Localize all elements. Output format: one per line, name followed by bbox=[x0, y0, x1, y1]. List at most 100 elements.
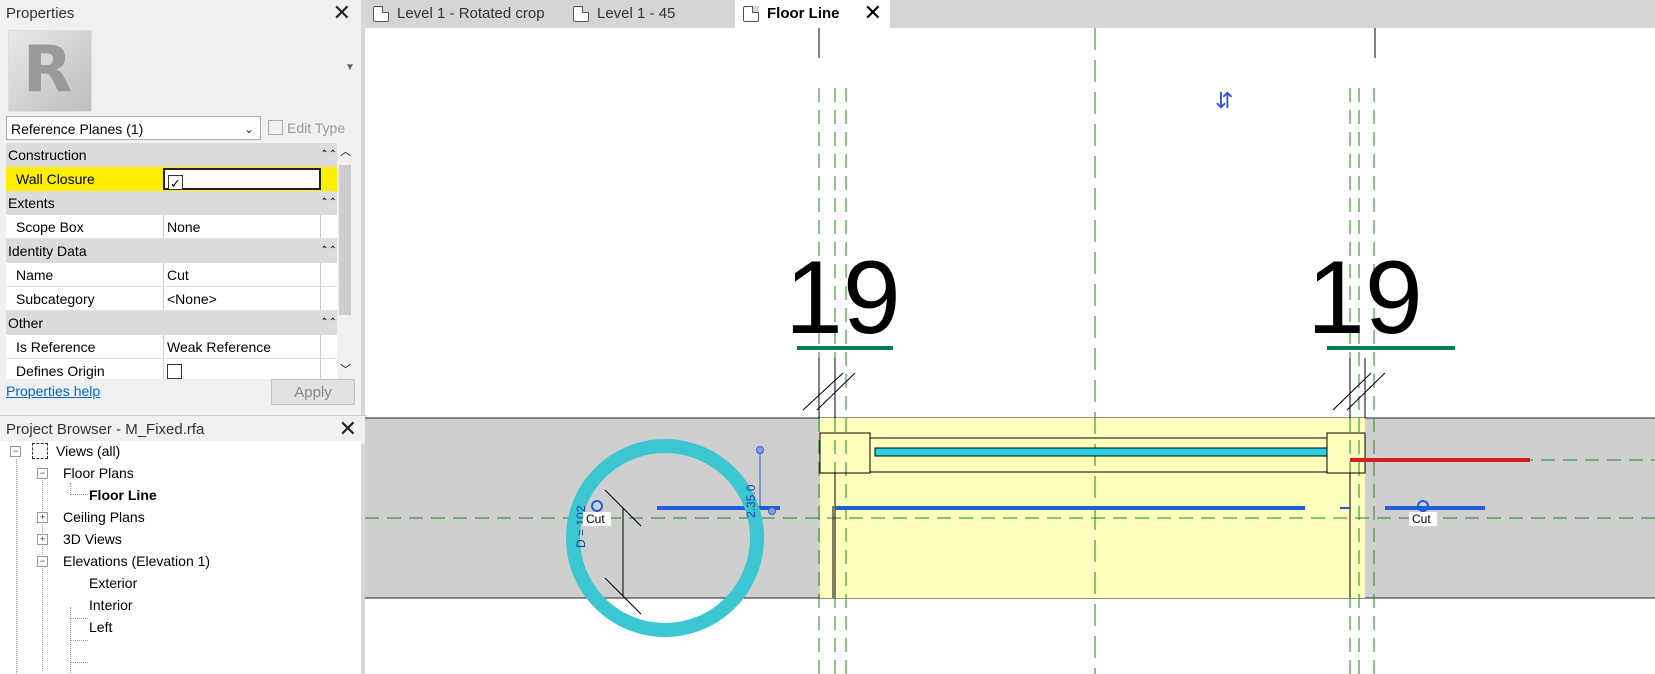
row-wall-closure[interactable]: Wall Closure bbox=[6, 167, 337, 196]
edit-type-button[interactable]: Edit Type bbox=[268, 116, 345, 140]
project-browser-title: Project Browser - M_Fixed.rfa bbox=[6, 421, 205, 438]
views-icon bbox=[32, 443, 48, 459]
is-reference-value[interactable]: Weak Reference bbox=[163, 335, 321, 358]
cyan-member[interactable] bbox=[874, 447, 1328, 457]
tree-item-floor-plans[interactable]: − Floor Plans bbox=[37, 463, 134, 483]
group-label: Construction bbox=[8, 147, 87, 163]
properties-help-link[interactable]: Properties help bbox=[6, 383, 100, 399]
project-browser-tree: − Views (all) − Floor Plans Floor Line +… bbox=[0, 441, 361, 674]
chevron-down-icon: ⌄ bbox=[243, 122, 254, 136]
revit-logo-icon: R bbox=[23, 33, 73, 107]
tree-item-floor-line[interactable]: Floor Line bbox=[89, 485, 157, 505]
row-subcategory[interactable]: Subcategory <None> bbox=[6, 287, 337, 311]
flip-arrows-icon[interactable]: ⇵ bbox=[1215, 88, 1233, 113]
group-label: Extents bbox=[8, 195, 55, 211]
apply-button[interactable]: Apply bbox=[271, 379, 355, 405]
close-icon[interactable]: ✕ bbox=[339, 418, 357, 440]
row-name[interactable]: Name Cut bbox=[6, 263, 337, 287]
properties-header: Properties ✕ bbox=[0, 0, 361, 28]
scope-box-value[interactable]: None bbox=[163, 215, 321, 238]
collapse-icon[interactable]: − bbox=[10, 446, 21, 457]
property-label: Defines Origin bbox=[16, 363, 105, 379]
defines-origin-checkbox-cell[interactable] bbox=[163, 359, 321, 379]
subcategory-value[interactable]: <None> bbox=[163, 287, 321, 310]
tree-item-left[interactable]: Left bbox=[89, 617, 112, 637]
property-label: Subcategory bbox=[16, 291, 95, 307]
property-label: Scope Box bbox=[16, 219, 84, 235]
collapse-icon: ⌃⌃ bbox=[320, 245, 337, 256]
family-thumbnail: R bbox=[8, 30, 92, 112]
plan-view-icon bbox=[573, 6, 589, 22]
group-extents[interactable]: Extents ⌃⌃ bbox=[6, 191, 337, 215]
tree-item-ceiling-plans[interactable]: + Ceiling Plans bbox=[37, 507, 145, 527]
edit-type-label: Edit Type bbox=[287, 120, 346, 136]
name-value[interactable]: Cut bbox=[163, 263, 321, 286]
plan-view-icon bbox=[743, 6, 759, 22]
tree-item-interior[interactable]: Interior bbox=[89, 595, 133, 615]
scrollbar-thumb[interactable] bbox=[339, 165, 351, 315]
project-browser-header: Project Browser - M_Fixed.rfa ✕ bbox=[0, 415, 367, 444]
tree-item-exterior[interactable]: Exterior bbox=[89, 573, 137, 593]
dimension-width-label[interactable]: 2.35.0 bbox=[744, 484, 758, 518]
defines-origin-checkbox[interactable] bbox=[167, 364, 182, 379]
number-label-left: 19 bbox=[785, 240, 901, 356]
type-selector[interactable]: Reference Planes (1) ⌄ bbox=[6, 116, 261, 140]
collapse-icon: ⌃⌃ bbox=[320, 197, 337, 208]
tree-label: Floor Plans bbox=[63, 465, 134, 481]
tree-label: Exterior bbox=[89, 575, 138, 591]
tab-level-1-rotated-crop[interactable]: Level 1 - Rotated crop bbox=[365, 0, 565, 28]
cut-label-right[interactable]: Cut bbox=[1412, 512, 1431, 526]
row-defines-origin[interactable]: Defines Origin bbox=[6, 359, 337, 379]
tree-guide bbox=[70, 483, 71, 493]
chevron-down-icon[interactable]: ▼ bbox=[345, 62, 355, 73]
row-scope-box[interactable]: Scope Box None bbox=[6, 215, 337, 239]
tab-label: Level 1 - 45 bbox=[597, 5, 676, 22]
collapse-icon: ⌃⌃ bbox=[320, 149, 337, 160]
tree-guide bbox=[70, 640, 88, 641]
collapse-icon[interactable]: − bbox=[37, 468, 48, 479]
expand-icon[interactable]: + bbox=[37, 534, 48, 545]
tree-label: Elevations (Elevation 1) bbox=[63, 553, 211, 569]
tree-item-views[interactable]: − Views (all) bbox=[10, 441, 120, 461]
plan-view-icon bbox=[373, 6, 389, 22]
group-other[interactable]: Other ⌃⌃ bbox=[6, 311, 337, 335]
tree-label: Views (all) bbox=[56, 443, 121, 459]
cut-label-left[interactable]: Cut bbox=[586, 512, 605, 526]
group-construction[interactable]: Construction ⌃⌃ bbox=[6, 143, 337, 167]
tab-level-1-45[interactable]: Level 1 - 45 bbox=[565, 0, 735, 28]
tree-label: Floor Line bbox=[89, 487, 157, 503]
tab-floor-line[interactable]: Floor Line ✕ bbox=[735, 0, 890, 28]
view-tab-bar: Level 1 - Rotated crop Level 1 - 45 Floo… bbox=[365, 0, 1655, 28]
property-label: Name bbox=[16, 267, 54, 283]
tree-label: Interior bbox=[89, 597, 133, 613]
scroll-down-icon[interactable]: ﹀ bbox=[340, 361, 351, 377]
dimension-grip[interactable] bbox=[768, 507, 776, 515]
row-is-reference[interactable]: Is Reference Weak Reference bbox=[6, 335, 337, 359]
tree-label: 3D Views bbox=[63, 531, 122, 547]
tree-guide bbox=[70, 618, 88, 619]
tree-guide bbox=[16, 459, 17, 674]
scroll-up-icon[interactable]: ︿ bbox=[340, 143, 351, 159]
tree-guide bbox=[70, 494, 88, 495]
left-panel: Properties ✕ R ▼ Reference Planes (1) ⌄ … bbox=[0, 0, 367, 674]
group-label: Identity Data bbox=[8, 243, 87, 259]
tree-guide bbox=[42, 471, 43, 671]
wall-closure-checkbox-cell[interactable] bbox=[163, 168, 321, 196]
close-icon[interactable]: ✕ bbox=[864, 0, 882, 27]
tree-label: Ceiling Plans bbox=[63, 509, 145, 525]
dimension-grip[interactable] bbox=[756, 446, 764, 454]
edit-type-icon bbox=[268, 120, 283, 135]
close-icon[interactable]: ✕ bbox=[333, 2, 351, 24]
group-identity-data[interactable]: Identity Data ⌃⌃ bbox=[6, 239, 337, 263]
number-label-right: 19 bbox=[1307, 240, 1423, 356]
collapse-icon: ⌃⌃ bbox=[320, 317, 337, 328]
wall-closure-checkbox[interactable] bbox=[168, 172, 183, 196]
drawing-canvas[interactable]: 19 19 ⇵ D = 102 2.35.0 Cut Cut bbox=[365, 28, 1655, 674]
tree-guide bbox=[70, 662, 88, 663]
tree-item-3d-views[interactable]: + 3D Views bbox=[37, 529, 122, 549]
collapse-icon[interactable]: − bbox=[37, 556, 48, 567]
properties-grid: Construction ⌃⌃ Wall Closure Extents ⌃⌃ Sc… bbox=[6, 143, 337, 379]
tree-item-elevations[interactable]: − Elevations (Elevation 1) bbox=[37, 551, 210, 571]
tab-label: Floor Line bbox=[767, 5, 840, 22]
expand-icon[interactable]: + bbox=[37, 512, 48, 523]
